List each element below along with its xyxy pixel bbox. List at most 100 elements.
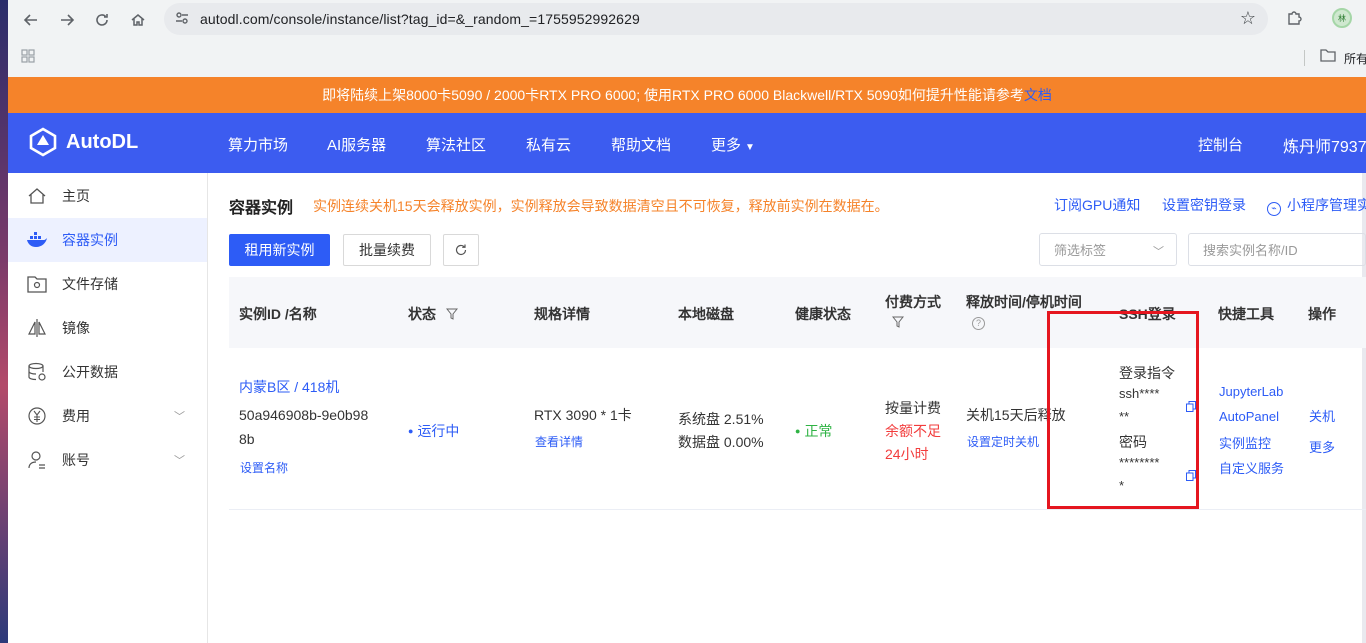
user-icon: [26, 449, 48, 471]
back-icon[interactable]: [18, 7, 44, 33]
sidebar-label: 容器实例: [62, 232, 118, 248]
site-settings-icon[interactable]: [174, 10, 190, 29]
all-bookmarks-label[interactable]: 所有: [1344, 50, 1366, 67]
home-browser-icon[interactable]: [125, 7, 151, 33]
top-nav: AutoDL 算力市场 AI服务器 算法社区 私有云 帮助文档 更多 ▼ 控制台 …: [8, 113, 1366, 173]
health-status: ● 正常: [795, 421, 832, 441]
refresh-icon: [455, 244, 467, 256]
status-dot-icon: ●: [408, 426, 414, 436]
chevron-down-icon: ﹀: [1153, 246, 1164, 258]
miniprogram-icon: ⌁: [1267, 202, 1281, 216]
sidebar-item-billing[interactable]: 费用 ﹀: [8, 394, 207, 438]
autodl-logo-icon: [29, 127, 57, 157]
ssh-highlight-box: [1047, 311, 1199, 509]
refresh-button[interactable]: [443, 234, 479, 266]
nav-help-docs[interactable]: 帮助文档: [611, 134, 671, 155]
filter-icon[interactable]: [892, 316, 904, 328]
url-text: autodl.com/console/instance/list?tag_id=…: [200, 11, 640, 27]
set-name-link[interactable]: 设置名称: [240, 459, 288, 476]
nav-market[interactable]: 算力市场: [228, 134, 288, 155]
sidebar-label: 账号: [62, 452, 90, 468]
nav-more-label: 更多: [711, 137, 742, 154]
folder-icon[interactable]: [1320, 48, 1336, 65]
sidebar-label: 公开数据: [62, 364, 118, 380]
sidebar-label: 镜像: [62, 320, 90, 336]
th-tools: 快捷工具: [1218, 306, 1274, 322]
instance-id-line1: 50a946908b-9e0b98: [239, 407, 369, 423]
nav-community[interactable]: 算法社区: [426, 134, 486, 155]
nav-private-cloud[interactable]: 私有云: [526, 134, 571, 155]
database-icon: [26, 361, 48, 383]
search-placeholder: 搜索实例名称/ID: [1203, 243, 1298, 258]
tool-monitor-link[interactable]: 实例监控: [1219, 433, 1271, 452]
nav-console[interactable]: 控制台: [1198, 134, 1243, 155]
ssh-key-link[interactable]: 设置密钥登录: [1162, 195, 1246, 215]
profile-avatar[interactable]: 林: [1332, 8, 1352, 28]
sidebar-item-images[interactable]: 镜像: [8, 306, 207, 350]
bookmark-star-icon[interactable]: ☆: [1240, 8, 1256, 29]
sidebar-item-storage[interactable]: 文件存储: [8, 262, 207, 306]
help-icon[interactable]: ?: [972, 317, 985, 330]
th-release: 释放时间/停机时间: [966, 294, 1082, 310]
desktop-edge: [0, 0, 8, 643]
sidebar-item-home[interactable]: 主页: [8, 174, 207, 218]
batch-renew-button[interactable]: 批量续费: [343, 234, 431, 266]
announcement-doc-link[interactable]: 文档: [1024, 85, 1052, 105]
system-disk-usage: 系统盘 2.51%: [678, 411, 764, 427]
balance-warning-1: 余额不足: [885, 423, 941, 439]
set-shutdown-link[interactable]: 设置定时关机: [967, 433, 1039, 450]
brand-logo[interactable]: AutoDL: [28, 127, 138, 157]
view-detail-link[interactable]: 查看详情: [535, 433, 583, 450]
filter-icon[interactable]: [445, 308, 458, 320]
nav-user[interactable]: 炼丹师7937: [1283, 133, 1366, 157]
chevron-down-icon: ﹀: [174, 411, 185, 423]
tag-filter-select[interactable]: 筛选标签 ﹀: [1039, 233, 1177, 266]
sidebar-label: 主页: [62, 188, 90, 204]
tool-autopanel-link[interactable]: AutoPanel: [1219, 409, 1279, 424]
instance-id-line2: 8b: [239, 431, 255, 447]
announcement-text: 即将陆续上架8000卡5090 / 2000卡RTX PRO 6000; 使用R…: [322, 87, 1024, 103]
bookmark-divider: [1304, 50, 1305, 66]
extensions-icon[interactable]: [1286, 8, 1306, 28]
main-content: 容器实例 实例连续关机15天会释放实例，实例释放会导致数据清空且不可恢复，释放前…: [229, 173, 1366, 643]
miniprogram-label: 小程序管理实: [1287, 197, 1366, 213]
pay-type: 按量计费: [885, 400, 941, 416]
shutdown-button[interactable]: 关机: [1309, 406, 1335, 425]
reload-icon[interactable]: [89, 7, 115, 33]
tool-custom-service-link[interactable]: 自定义服务: [1219, 458, 1284, 477]
home-icon: [26, 185, 48, 207]
th-spec: 规格详情: [534, 306, 590, 322]
browser-chrome: autodl.com/console/instance/list?tag_id=…: [8, 0, 1366, 77]
apps-grid-icon[interactable]: [20, 48, 36, 69]
caret-down-icon: ▼: [745, 142, 755, 153]
tool-jupyterlab-link[interactable]: JupyterLab: [1219, 384, 1283, 399]
sidebar-item-account[interactable]: 账号 ﹀: [8, 438, 207, 482]
profile-initials: 林: [1338, 13, 1346, 23]
nav-ai-server[interactable]: AI服务器: [327, 134, 386, 155]
th-pay: 付费方式: [885, 294, 941, 310]
instance-region-link[interactable]: 内蒙B区 / 418机: [239, 377, 339, 397]
sidebar-item-public-data[interactable]: 公开数据: [8, 350, 207, 394]
th-disk: 本地磁盘: [678, 306, 734, 322]
sidebar-label: 费用: [62, 408, 90, 424]
th-status-label: 状态: [408, 306, 436, 322]
release-warning: 实例连续关机15天会释放实例，实例释放会导致数据清空且不可恢复，释放前实例在数据…: [313, 198, 889, 214]
sidebar-item-instances[interactable]: 容器实例: [8, 218, 207, 262]
docker-icon: [26, 229, 48, 251]
th-instance-id: 实例ID /名称: [239, 306, 317, 322]
announcement-bar: 即将陆续上架8000卡5090 / 2000卡RTX PRO 6000; 使用R…: [8, 77, 1366, 113]
th-health: 健康状态: [795, 306, 851, 322]
status-running: ● 运行中: [408, 421, 459, 441]
row-divider: [229, 509, 1366, 510]
more-ops-button[interactable]: 更多: [1309, 437, 1335, 456]
balance-warning-2: 24小时: [885, 446, 929, 462]
rent-instance-button[interactable]: 租用新实例: [229, 234, 330, 266]
instance-search-input[interactable]: 搜索实例名称/ID: [1188, 233, 1366, 266]
nav-more[interactable]: 更多 ▼: [711, 134, 755, 155]
forward-icon[interactable]: [54, 7, 80, 33]
gpu-spec: RTX 3090 * 1卡: [534, 407, 632, 423]
address-bar[interactable]: autodl.com/console/instance/list?tag_id=…: [164, 3, 1268, 35]
health-dot-icon: ●: [795, 426, 801, 436]
miniprogram-link[interactable]: ⌁ 小程序管理实: [1267, 195, 1366, 216]
gpu-notify-link[interactable]: 订阅GPU通知: [1054, 195, 1140, 215]
